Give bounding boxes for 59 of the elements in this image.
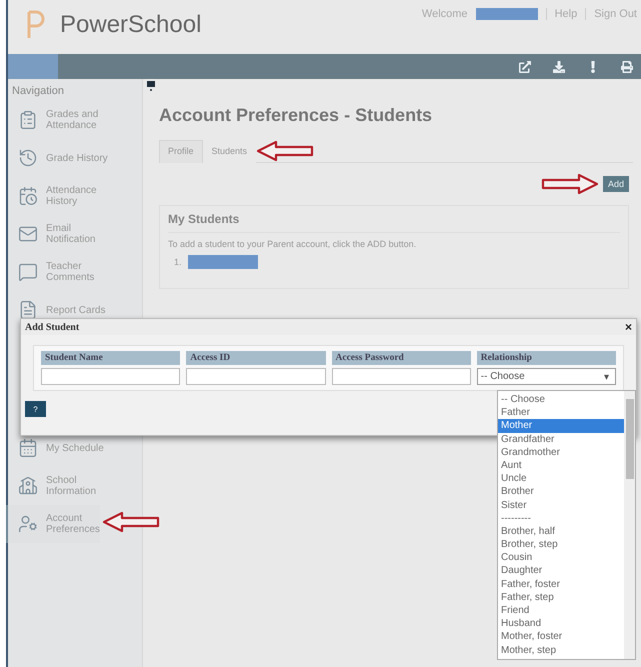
external-link-icon[interactable]: [519, 60, 531, 72]
collapse-icon[interactable]: [147, 81, 155, 91]
dropdown-option[interactable]: Brother, step: [498, 538, 624, 552]
input-field[interactable]: [332, 368, 471, 385]
dialog-title: Add Student: [25, 322, 80, 332]
sidebar-heading: Navigation: [11, 85, 65, 99]
scrollbar[interactable]: [624, 391, 635, 659]
relationship-select[interactable]: -- Choose ▾: [476, 368, 616, 385]
calendar-icon: [18, 438, 38, 458]
dropdown-option[interactable]: Sister: [498, 498, 624, 512]
help-button[interactable]: ?: [25, 401, 46, 417]
dropdown-option[interactable]: Daughter: [498, 564, 624, 578]
dropdown-option[interactable]: Father, foster: [498, 578, 624, 591]
column-header: Access Password: [332, 351, 471, 365]
dropdown-option[interactable]: Uncle: [498, 472, 624, 486]
download-icon[interactable]: [553, 60, 565, 72]
dropdown-option[interactable]: Grandfather: [498, 432, 624, 446]
print-icon[interactable]: [621, 60, 633, 72]
input-field[interactable]: [186, 368, 326, 385]
arrow-annotation-icon: [102, 510, 160, 532]
dropdown-option[interactable]: Brother: [498, 485, 624, 498]
redacted-name: [476, 8, 538, 20]
dropdown-option[interactable]: ---------: [498, 512, 624, 525]
column-header: Relationship: [476, 351, 616, 365]
school-icon: [18, 476, 38, 496]
column-header: Access ID: [186, 351, 326, 365]
dropdown-option[interactable]: -- Choose: [498, 393, 624, 406]
message-icon: [18, 262, 38, 282]
instruction-text: To add a student to your Parent account, click the ADD button.: [168, 239, 418, 249]
column-header: Student Name: [41, 351, 180, 365]
dropdown-option[interactable]: Brother, half: [498, 524, 624, 538]
dropdown-option[interactable]: Husband: [498, 617, 624, 630]
panel-heading: My Students: [168, 212, 620, 233]
calendar-clock-icon: [18, 186, 38, 206]
document-icon: [18, 300, 38, 320]
dropdown-option[interactable]: Mother: [498, 419, 624, 433]
input-field[interactable]: [41, 368, 180, 385]
redacted-name: [188, 255, 258, 269]
dropdown-option[interactable]: Father, step: [498, 590, 624, 604]
close-button[interactable]: ×: [624, 320, 632, 334]
add-button[interactable]: Add: [602, 176, 629, 192]
mail-icon: [18, 224, 38, 244]
arrow-annotation-icon: [540, 173, 599, 195]
history-icon: [18, 148, 38, 168]
dropdown-option[interactable]: Grandmother: [498, 446, 624, 459]
clipboard-icon: [18, 110, 38, 130]
dropdown-option[interactable]: Mother, step: [498, 644, 624, 657]
app-logo-text: PowerSchool: [60, 11, 202, 39]
dropdown-option[interactable]: Cousin: [498, 551, 624, 564]
page-title: Account Preferences - Students: [159, 105, 434, 126]
welcome-text: Welcome: [422, 8, 468, 20]
list-number: 1.: [174, 257, 182, 267]
user-gear-icon: [18, 514, 38, 534]
logo-icon: [26, 10, 46, 40]
arrow-annotation-icon: [256, 140, 314, 162]
dropdown-option[interactable]: Friend: [498, 604, 624, 618]
dropdown-option[interactable]: Father: [498, 406, 624, 420]
dropdown-option[interactable]: Aunt: [498, 458, 624, 472]
dropdown-option[interactable]: Mother, foster: [498, 630, 624, 644]
